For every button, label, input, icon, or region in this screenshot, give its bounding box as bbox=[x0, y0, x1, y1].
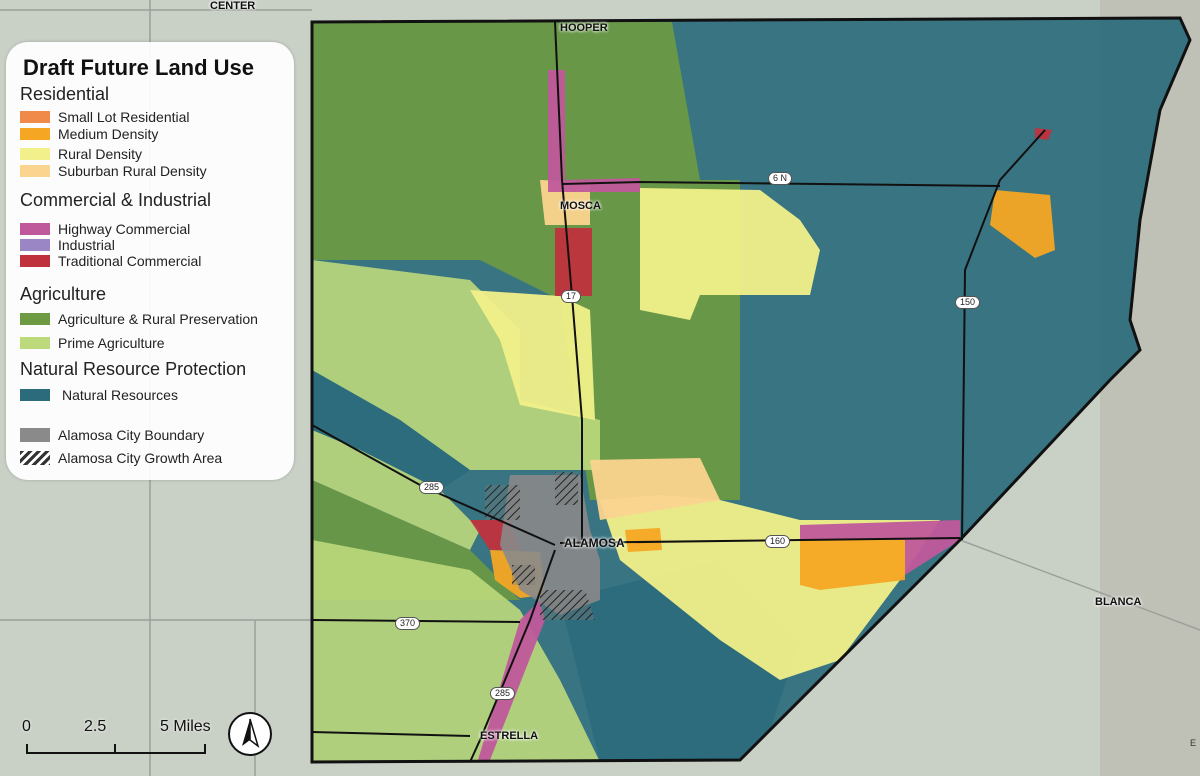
legend-swatch bbox=[20, 428, 50, 442]
scale-tick-mid bbox=[114, 744, 116, 752]
legend-label: Prime Agriculture bbox=[58, 335, 165, 351]
map-legend: Draft Future Land Use Residential Small … bbox=[6, 42, 294, 480]
legend-label: Alamosa City Boundary bbox=[58, 427, 205, 443]
legend-title: Draft Future Land Use bbox=[23, 55, 255, 80]
scale-label-end: 5 Miles bbox=[160, 718, 211, 735]
edge-label: E bbox=[1190, 738, 1197, 748]
zone-growth-area-southwest bbox=[512, 565, 535, 585]
legend-item-industrial: Industrial bbox=[20, 237, 115, 253]
road-shield-17: 17 bbox=[561, 290, 582, 303]
place-hooper: HOOPER bbox=[560, 22, 608, 34]
legend-item-growth-area: Alamosa City Growth Area bbox=[20, 450, 222, 466]
place-center: CENTER bbox=[210, 0, 256, 12]
legend-section-natural: Natural Resource Protection bbox=[20, 359, 247, 379]
legend-label: Industrial bbox=[58, 237, 115, 253]
legend-label: Natural Resources bbox=[62, 387, 178, 403]
legend-label: Traditional Commercial bbox=[58, 253, 202, 269]
legend-section-commercial: Commercial & Industrial bbox=[20, 190, 212, 210]
legend-item-natural-resources: Natural Resources bbox=[20, 387, 178, 403]
place-mosca: MOSCA bbox=[560, 200, 601, 212]
legend-item-traditional-commercial: Traditional Commercial bbox=[20, 253, 201, 269]
legend-swatch bbox=[20, 148, 50, 160]
legend-item-city-boundary: Alamosa City Boundary bbox=[20, 427, 204, 443]
legend-swatch bbox=[20, 255, 50, 267]
legend-label: Alamosa City Growth Area bbox=[58, 450, 223, 466]
legend-label: Highway Commercial bbox=[58, 221, 191, 237]
legend-swatch bbox=[20, 239, 50, 251]
place-blanca: BLANCA bbox=[1095, 596, 1142, 608]
legend-item-agriculture-rural: Agriculture & Rural Preservation bbox=[20, 311, 258, 327]
north-arrow-icon bbox=[228, 712, 272, 756]
zone-growth-area-north bbox=[555, 472, 578, 505]
legend-section-residential: Residential bbox=[20, 84, 110, 104]
legend-swatch bbox=[20, 165, 50, 177]
legend-item-prime-agriculture: Prime Agriculture bbox=[20, 335, 165, 351]
legend-label: Suburban Rural Density bbox=[58, 163, 207, 179]
legend-swatch bbox=[20, 337, 50, 349]
legend-item-highway-commercial: Highway Commercial bbox=[20, 221, 190, 237]
zone-growth-area-west bbox=[485, 485, 520, 520]
legend-label: Rural Density bbox=[58, 146, 143, 162]
place-alamosa: ALAMOSA bbox=[564, 536, 625, 550]
scale-line bbox=[26, 744, 206, 754]
road-shield-370: 370 bbox=[395, 617, 421, 630]
legend-swatch bbox=[20, 313, 50, 325]
road-shield-285-south: 285 bbox=[490, 687, 516, 700]
legend-swatch bbox=[20, 389, 50, 401]
legend-section-agriculture: Agriculture bbox=[20, 284, 107, 304]
legend-swatch bbox=[20, 128, 50, 140]
zone-traditional-commercial-mosca bbox=[555, 228, 592, 296]
legend-swatch bbox=[20, 111, 50, 123]
scale-label-mid: 2.5 bbox=[84, 718, 107, 735]
road-shield-6n: 6 N bbox=[768, 172, 793, 185]
legend-item-rural-density: Rural Density bbox=[20, 146, 142, 162]
legend-swatch bbox=[20, 451, 50, 465]
legend-label: Agriculture & Rural Preservation bbox=[58, 311, 258, 327]
legend-item-medium-density: Medium Density bbox=[20, 126, 158, 142]
legend-item-small-lot: Small Lot Residential bbox=[20, 109, 190, 125]
road-shield-285-north: 285 bbox=[419, 481, 445, 494]
legend-item-suburban-rural: Suburban Rural Density bbox=[20, 163, 207, 179]
road-shield-150: 150 bbox=[955, 296, 981, 309]
legend-label: Small Lot Residential bbox=[58, 109, 190, 125]
road-shield-160: 160 bbox=[765, 535, 791, 548]
legend-label: Medium Density bbox=[58, 126, 159, 142]
place-estrella: ESTRELLA bbox=[480, 730, 539, 742]
legend-swatch bbox=[20, 223, 50, 235]
zone-medium-density-alamosa-east bbox=[625, 528, 662, 552]
scale-label-zero: 0 bbox=[22, 718, 31, 735]
